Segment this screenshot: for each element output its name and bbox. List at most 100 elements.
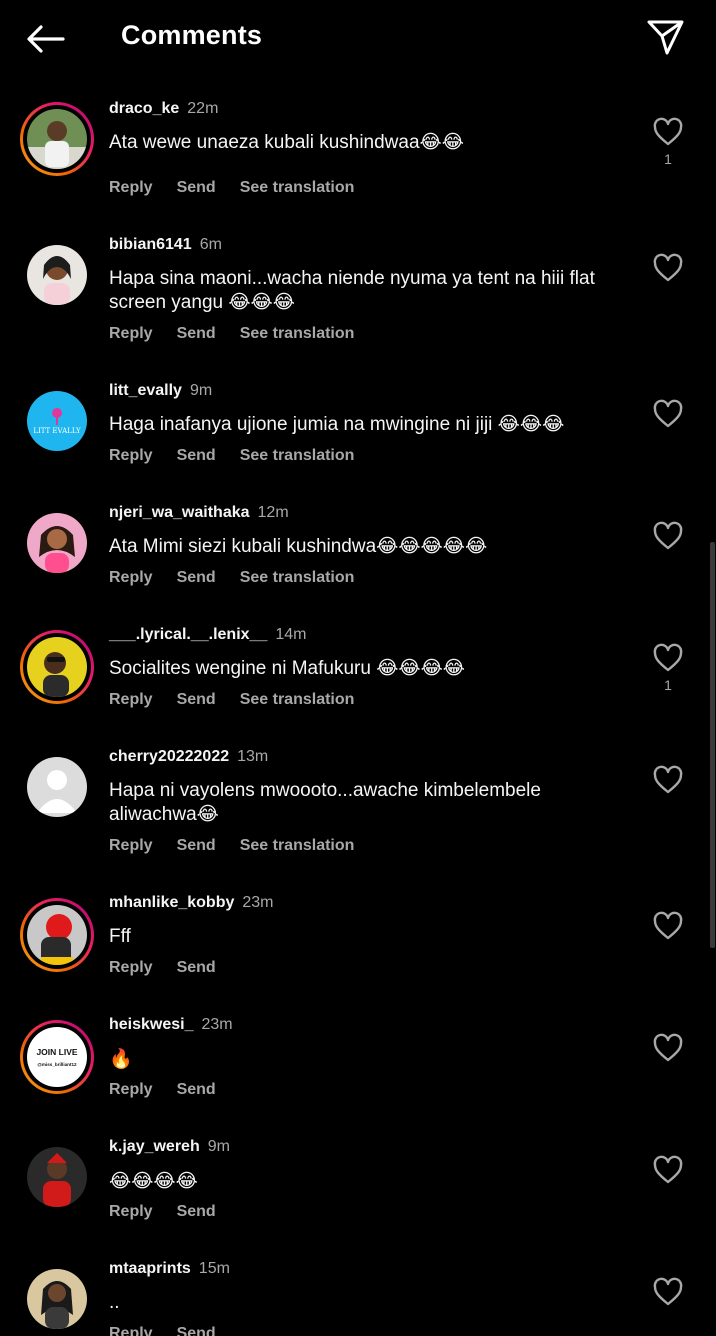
heart-icon[interactable]	[652, 764, 684, 796]
comment-actions: Reply Send See translation	[109, 691, 378, 709]
reply-button[interactable]: Reply	[109, 1325, 153, 1336]
comment-actions: Reply Send See translation	[109, 179, 378, 197]
svg-text:JOIN LIVE: JOIN LIVE	[36, 1047, 77, 1057]
comment-text: Socialites wengine ni Mafukuru 😂😂😂😂	[109, 658, 465, 679]
reply-button[interactable]: Reply	[109, 569, 153, 586]
comment-meta: mtaaprints 15m	[109, 1260, 230, 1278]
comment-time: 9m	[189, 382, 213, 399]
send-button[interactable]: Send	[177, 959, 216, 976]
see-translation-button[interactable]: See translation	[240, 837, 355, 854]
comment-meta: heiskwesi_ 23m	[109, 1016, 233, 1034]
send-button[interactable]: Send	[177, 179, 216, 196]
comment-actions: Reply Send See translation	[109, 447, 378, 465]
avatar[interactable]: JOIN LIVE @miss_brilliant12	[20, 1020, 94, 1094]
comment-time: 9m	[207, 1138, 230, 1155]
reply-button[interactable]: Reply	[109, 179, 153, 196]
reply-button[interactable]: Reply	[109, 325, 153, 342]
comment-actions: Reply Send	[109, 959, 240, 977]
top-bar: Comments	[0, 0, 716, 78]
username[interactable]: bibian6141	[109, 236, 192, 253]
send-button[interactable]: Send	[177, 569, 216, 586]
comment-actions: Reply Send	[109, 1081, 240, 1099]
comment-meta: bibian6141 6m	[109, 236, 222, 254]
reply-button[interactable]: Reply	[109, 447, 153, 464]
username[interactable]: k.jay_wereh	[109, 1138, 200, 1155]
heart-icon[interactable]	[652, 520, 684, 552]
comment-meta: k.jay_wereh 9m	[109, 1138, 230, 1156]
username[interactable]: ___.lyrical.__.lenix__	[109, 626, 267, 643]
back-button[interactable]	[22, 16, 68, 62]
reply-button[interactable]: Reply	[109, 1203, 153, 1220]
username[interactable]: cherry20222022	[109, 748, 229, 765]
comment-actions: Reply Send See translation	[109, 569, 378, 587]
comment-time: 22m	[187, 100, 219, 117]
avatar[interactable]: LITT EVALLY	[20, 384, 94, 458]
see-translation-button[interactable]: See translation	[240, 569, 355, 586]
username[interactable]: heiskwesi_	[109, 1016, 194, 1033]
heart-icon[interactable]	[652, 398, 684, 430]
avatar[interactable]	[20, 506, 94, 580]
comment-text: Hapa sina maoni...wacha niende nyuma ya …	[109, 268, 595, 313]
username[interactable]: njeri_wa_waithaka	[109, 504, 250, 521]
heart-icon[interactable]	[652, 116, 684, 148]
comment-list[interactable]: draco_ke 22m Ata wewe unaeza kubali kushi…	[0, 78, 716, 1336]
heart-icon[interactable]	[652, 1032, 684, 1064]
reply-button[interactable]: Reply	[109, 691, 153, 708]
username[interactable]: draco_ke	[109, 100, 179, 117]
avatar[interactable]	[20, 102, 94, 176]
username[interactable]: mhanlike_kobby	[109, 894, 234, 911]
heart-icon[interactable]	[652, 252, 684, 284]
comment-text: Ata wewe unaeza kubali kushindwaa😂😂	[109, 132, 464, 153]
send-button[interactable]: Send	[177, 447, 216, 464]
avatar[interactable]	[20, 750, 94, 824]
comment-actions: Reply Send	[109, 1203, 240, 1221]
see-translation-button[interactable]: See translation	[240, 447, 355, 464]
avatar[interactable]	[20, 1140, 94, 1214]
comment-meta: cherry20222022 13m	[109, 748, 268, 766]
username[interactable]: litt_evally	[109, 382, 182, 399]
send-button[interactable]: Send	[177, 325, 216, 342]
see-translation-button[interactable]: See translation	[240, 179, 355, 196]
comment-actions: Reply Send See translation	[109, 325, 378, 343]
send-icon	[647, 20, 684, 55]
comment-meta: ___.lyrical.__.lenix__ 14m	[109, 626, 306, 644]
comment-meta: litt_evally 9m	[109, 382, 212, 400]
comment-text: Hapa ni vayolens mwoooto...awache kimbel…	[109, 780, 541, 825]
reply-button[interactable]: Reply	[109, 837, 153, 854]
comment-text: 🔥	[109, 1048, 133, 1070]
reply-button[interactable]: Reply	[109, 1081, 153, 1098]
avatar[interactable]	[20, 238, 94, 312]
see-translation-button[interactable]: See translation	[240, 325, 355, 342]
share-button[interactable]	[642, 14, 688, 60]
send-button[interactable]: Send	[177, 1325, 216, 1336]
send-button[interactable]: Send	[177, 691, 216, 708]
send-button[interactable]: Send	[177, 1081, 216, 1098]
heart-icon[interactable]	[652, 1276, 684, 1308]
comment-time: 23m	[242, 894, 274, 911]
scrollbar[interactable]	[710, 542, 715, 948]
comment-actions: Reply Send	[109, 1325, 240, 1336]
comment-meta: njeri_wa_waithaka 12m	[109, 504, 289, 522]
see-translation-button[interactable]: See translation	[240, 691, 355, 708]
username[interactable]: mtaaprints	[109, 1260, 191, 1277]
comment-meta: mhanlike_kobby 23m	[109, 894, 274, 912]
heart-icon[interactable]	[652, 910, 684, 942]
send-button[interactable]: Send	[177, 837, 216, 854]
comment-time: 15m	[198, 1260, 230, 1277]
avatar[interactable]	[20, 1262, 94, 1336]
avatar[interactable]	[20, 898, 94, 972]
comment-actions: Reply Send See translation	[109, 837, 378, 855]
reply-button[interactable]: Reply	[109, 959, 153, 976]
heart-icon[interactable]	[652, 642, 684, 674]
comment-time: 23m	[201, 1016, 233, 1033]
comment-text: ..	[109, 1292, 120, 1313]
comment-text: 😂😂😂😂	[109, 1170, 198, 1192]
avatar[interactable]	[20, 630, 94, 704]
send-button[interactable]: Send	[177, 1203, 216, 1220]
svg-text:@miss_brilliant12: @miss_brilliant12	[37, 1062, 77, 1067]
comment-time: 14m	[275, 626, 307, 643]
comment-text: Haga inafanya ujione jumia na mwingine n…	[109, 414, 565, 435]
comment-text: Fff	[109, 926, 131, 947]
comment-time: 6m	[199, 236, 222, 253]
heart-icon[interactable]	[652, 1154, 684, 1186]
